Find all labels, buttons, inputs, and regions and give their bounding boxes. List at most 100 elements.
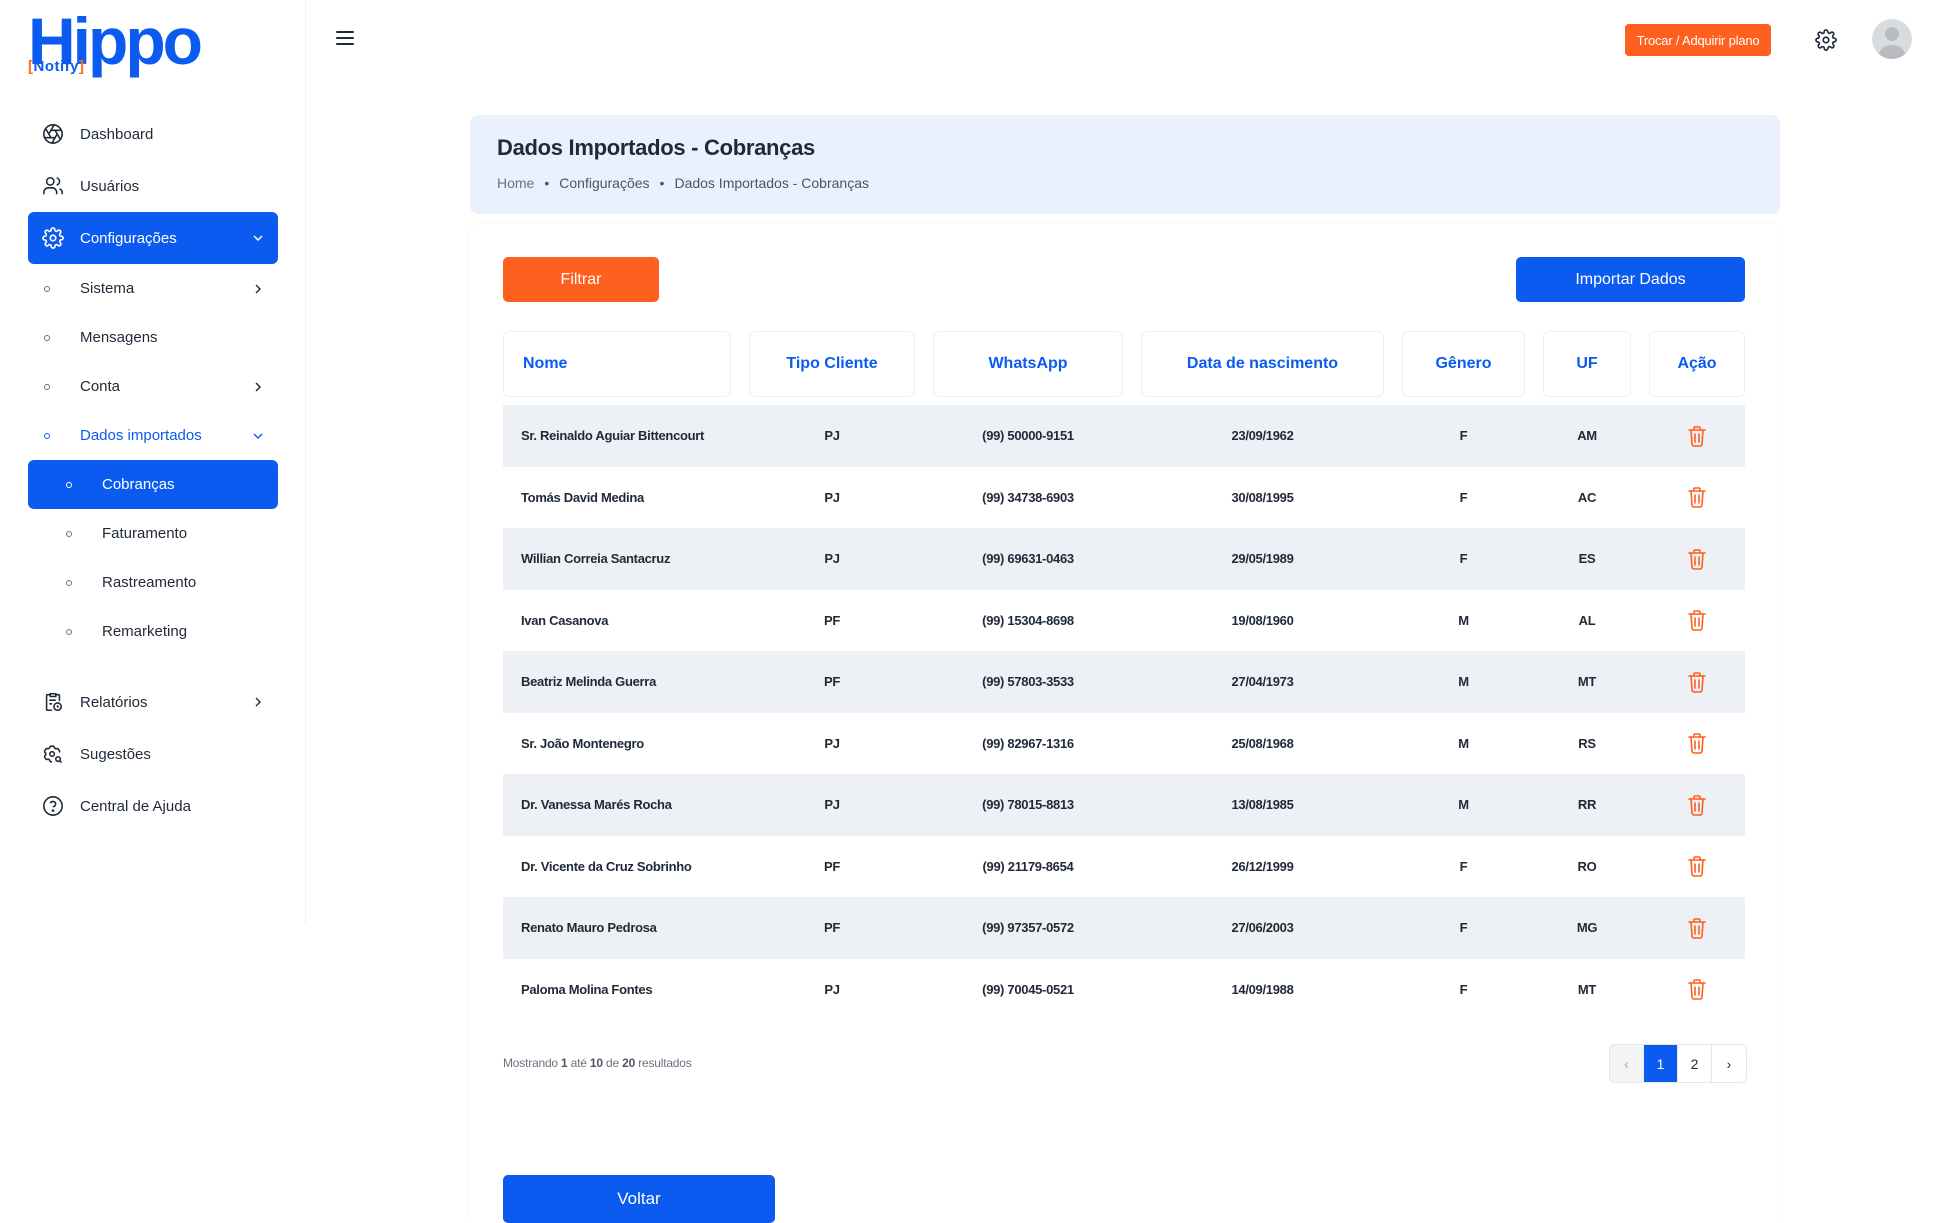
breadcrumb-home[interactable]: Home [497, 175, 534, 191]
cell-action [1649, 528, 1745, 590]
cell-action [1649, 836, 1745, 898]
bullet-icon [66, 628, 72, 635]
trash-icon[interactable] [1687, 548, 1707, 570]
trash-icon[interactable] [1687, 917, 1707, 939]
cell-name: Paloma Molina Fontes [521, 981, 653, 997]
sidebar-item-label: Central de Ajuda [80, 797, 191, 815]
column-header-gender[interactable]: Gênero [1402, 331, 1525, 397]
sidebar-subitem-faturamento[interactable]: Faturamento [28, 509, 278, 558]
table-row: Dr. Vicente da Cruz Sobrinho PF (99) 21179… [503, 836, 1745, 898]
column-header-uf[interactable]: UF [1543, 331, 1631, 397]
table-row: Dr. Vanessa Marés Rocha PJ (99) 78015-8813… [503, 774, 1745, 836]
cell-uf: RO [1577, 858, 1597, 874]
sidebar-nav: Dashboard Usuários Configurações Sistema [28, 108, 278, 832]
help-icon [40, 793, 66, 819]
bullet-icon [66, 481, 72, 488]
table-row: Sr. Reinaldo Aguiar Bittencourt PJ (99) 50… [503, 405, 1745, 467]
cell-action [1649, 897, 1745, 959]
data-card: Filtrar Importar Dados Nome Tipo Cliente… [470, 224, 1780, 1223]
column-header-whatsapp[interactable]: WhatsApp [933, 331, 1123, 397]
bullet-icon [66, 530, 72, 537]
table-row: Sr. João Montenegro PJ (99) 82967-1316 25/0… [503, 713, 1745, 775]
cell-birthdate: 27/06/2003 [1231, 920, 1294, 936]
users-icon [40, 173, 66, 199]
pagination: ‹ 1 2 › [1609, 1044, 1747, 1083]
sidebar-item-label: Usuários [80, 177, 140, 195]
sidebar-item-users[interactable]: Usuários [28, 160, 278, 212]
trash-icon[interactable] [1687, 486, 1707, 509]
gear-icon [40, 225, 66, 251]
trash-icon[interactable] [1687, 609, 1707, 632]
pagination-page-2[interactable]: 2 [1678, 1045, 1712, 1082]
cell-client-type: PJ [824, 797, 840, 813]
pagination-next[interactable]: › [1712, 1045, 1746, 1082]
sidebar-item-settings[interactable]: Configurações [28, 212, 278, 264]
pagination-prev[interactable]: ‹ [1610, 1045, 1644, 1082]
cell-client-type: PJ [824, 551, 840, 567]
sidebar-subitem-label: Mensagens [80, 329, 158, 346]
cell-gender: F [1459, 858, 1468, 874]
trash-icon[interactable] [1687, 978, 1707, 1001]
change-plan-button[interactable]: Trocar / Adquirir plano [1625, 24, 1771, 56]
cell-client-type: PF [823, 612, 840, 628]
sidebar-subitem-cobrancas[interactable]: Cobranças [28, 460, 278, 509]
trash-icon[interactable] [1687, 425, 1707, 447]
cell-name: Willian Correia Santacruz [521, 551, 671, 567]
bullet-icon [44, 334, 50, 341]
sidebar-item-help[interactable]: Central de Ajuda [28, 780, 278, 832]
cell-name: Dr. Vicente da Cruz Sobrinho [521, 858, 692, 874]
cell-name: Dr. Vanessa Marés Rocha [521, 797, 672, 813]
column-header-client-type[interactable]: Tipo Cliente [749, 331, 915, 397]
breadcrumb-settings[interactable]: Configurações [559, 175, 649, 191]
cell-action [1649, 467, 1745, 529]
sidebar-subitem-label: Remarketing [102, 623, 188, 640]
cell-gender: M [1458, 612, 1469, 628]
sidebar-subitem-remarketing[interactable]: Remarketing [28, 607, 278, 656]
page-header: Dados Importados - Cobranças Home • Conf… [470, 115, 1780, 214]
table-row: Ivan Casanova PF (99) 15304-8698 19/08/1960… [503, 590, 1745, 652]
column-header-birthdate[interactable]: Data de nascimento [1141, 331, 1384, 397]
sidebar-subitem-rastreamento[interactable]: Rastreamento [28, 558, 278, 607]
sidebar-subitem-dados-importados[interactable]: Dados importados [28, 411, 278, 460]
cell-name: Renato Mauro Pedrosa [521, 920, 657, 936]
cell-client-type: PF [823, 858, 840, 874]
cell-birthdate: 23/09/1962 [1231, 428, 1294, 444]
pagination-page-1[interactable]: 1 [1644, 1045, 1678, 1082]
cell-uf: RS [1578, 735, 1596, 751]
cell-gender: F [1459, 981, 1468, 997]
import-data-button[interactable]: Importar Dados [1516, 257, 1745, 302]
cell-name: Tomás David Medina [521, 489, 644, 505]
trash-icon[interactable] [1687, 855, 1707, 878]
cell-birthdate: 27/04/1973 [1231, 674, 1294, 690]
trash-icon[interactable] [1687, 732, 1707, 755]
brand-logo[interactable]: Hippo [Notify] [28, 6, 213, 78]
cell-uf: RR [1577, 797, 1597, 813]
sidebar-subitem-label: Conta [80, 378, 121, 395]
table-row: Tomás David Medina PJ (99) 34738-6903 30/08… [503, 467, 1745, 529]
avatar[interactable] [1872, 19, 1912, 59]
sidebar-item-suggestions[interactable]: Sugestões [28, 728, 278, 780]
sidebar-subitem-sistema[interactable]: Sistema [28, 264, 278, 313]
cell-name: Beatriz Melinda Guerra [521, 674, 656, 690]
bullet-icon [44, 285, 50, 292]
cell-uf: MG [1576, 920, 1598, 936]
hamburger-menu-icon[interactable] [336, 31, 356, 47]
cell-gender: M [1458, 735, 1469, 751]
sidebar-subitem-conta[interactable]: Conta [28, 362, 278, 411]
back-button[interactable]: Voltar [503, 1175, 775, 1223]
trash-icon[interactable] [1687, 794, 1707, 816]
sidebar-item-reports[interactable]: Relatórios [28, 676, 278, 728]
gear-icon[interactable] [1815, 29, 1837, 51]
cell-client-type: PJ [824, 428, 840, 444]
cell-birthdate: 26/12/1999 [1231, 858, 1294, 874]
report-icon [40, 689, 66, 715]
column-header-name[interactable]: Nome [503, 331, 731, 397]
logo-subtitle: [Notify] [28, 58, 85, 75]
chevron-down-icon [252, 430, 264, 442]
cell-client-type: PJ [824, 981, 840, 997]
sidebar-item-label: Dashboard [80, 125, 154, 143]
trash-icon[interactable] [1687, 671, 1707, 693]
filter-button[interactable]: Filtrar [503, 257, 659, 302]
sidebar-subitem-mensagens[interactable]: Mensagens [28, 313, 278, 362]
sidebar-item-dashboard[interactable]: Dashboard [28, 108, 278, 160]
